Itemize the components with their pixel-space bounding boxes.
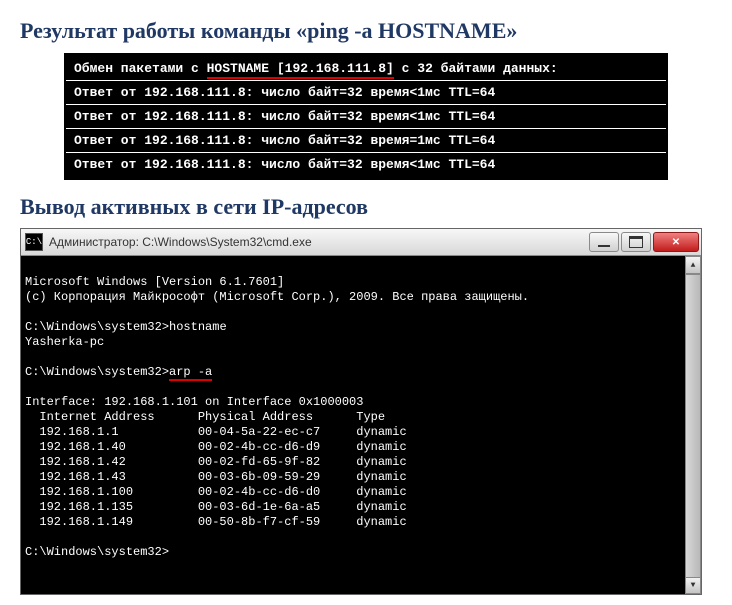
arp-row: 192.168.1.40 00-02-4b-cc-d6-d9 dynamic [25,440,407,454]
ping-exchange-host: HOSTNAME [192.168.111.8] [207,61,394,79]
arp-row: 192.168.1.100 00-02-4b-cc-d6-d0 dynamic [25,485,407,499]
cmd-window: C:\ Администратор: C:\Windows\System32\c… [20,228,702,595]
prompt-path: C:\Windows\system32> [25,545,169,559]
cmd-icon: C:\ [25,233,43,251]
ping-reply-line: Ответ от 192.168.111.8: число байт=32 вр… [66,129,666,153]
banner-line: (c) Корпорация Майкрософт (Microsoft Cor… [25,290,529,304]
heading-ping: Результат работы команды «ping -a HOSTNA… [20,18,712,44]
banner-line: Microsoft Windows [Version 6.1.7601] [25,275,284,289]
arp-interface-line: Interface: 192.168.1.101 on Interface 0x… [25,395,363,409]
scrollbar[interactable]: ▲ ▼ [685,256,701,594]
prompt-path: C:\Windows\system32> [25,320,169,334]
command-arp: arp -a [169,365,212,381]
ping-exchange-prefix: Обмен пакетами с [74,61,207,76]
arp-row: 192.168.1.1 00-04-5a-22-ec-c7 dynamic [25,425,407,439]
titlebar-text: Администратор: C:\Windows\System32\cmd.e… [49,235,587,249]
ping-exchange-suffix: с 32 байтами данных: [394,61,558,76]
arp-row: 192.168.1.43 00-03-6b-09-59-29 dynamic [25,470,407,484]
arp-row: 192.168.1.149 00-50-8b-f7-cf-59 dynamic [25,515,407,529]
window-buttons [587,232,699,252]
titlebar: C:\ Администратор: C:\Windows\System32\c… [21,229,701,256]
scroll-track[interactable] [685,274,701,576]
ping-reply-line: Ответ от 192.168.111.8: число байт=32 вр… [66,105,666,129]
arp-row: 192.168.1.42 00-02-fd-65-9f-82 dynamic [25,455,407,469]
scroll-down-button[interactable]: ▼ [685,576,701,594]
hostname-output: Yasherka-pc [25,335,104,349]
ping-exchange-line: Обмен пакетами с HOSTNAME [192.168.111.8… [66,57,666,81]
ping-reply-line: Ответ от 192.168.111.8: число байт=32 вр… [66,81,666,105]
minimize-button[interactable] [589,232,619,252]
terminal-body[interactable]: Microsoft Windows [Version 6.1.7601] (c)… [21,256,701,594]
close-button[interactable] [653,232,699,252]
maximize-button[interactable] [621,232,651,252]
ping-output-block: Обмен пакетами с HOSTNAME [192.168.111.8… [64,52,668,180]
prompt-path: C:\Windows\system32> [25,365,169,379]
arp-columns-line: Internet Address Physical Address Type [25,410,385,424]
ping-reply-line: Ответ от 192.168.111.8: число байт=32 вр… [66,153,666,176]
scroll-thumb[interactable] [685,274,701,578]
command-hostname: hostname [169,320,227,334]
heading-arp: Вывод активных в сети IP-адресов [20,194,712,220]
scroll-up-button[interactable]: ▲ [685,256,701,274]
arp-row: 192.168.1.135 00-03-6d-1e-6a-a5 dynamic [25,500,407,514]
